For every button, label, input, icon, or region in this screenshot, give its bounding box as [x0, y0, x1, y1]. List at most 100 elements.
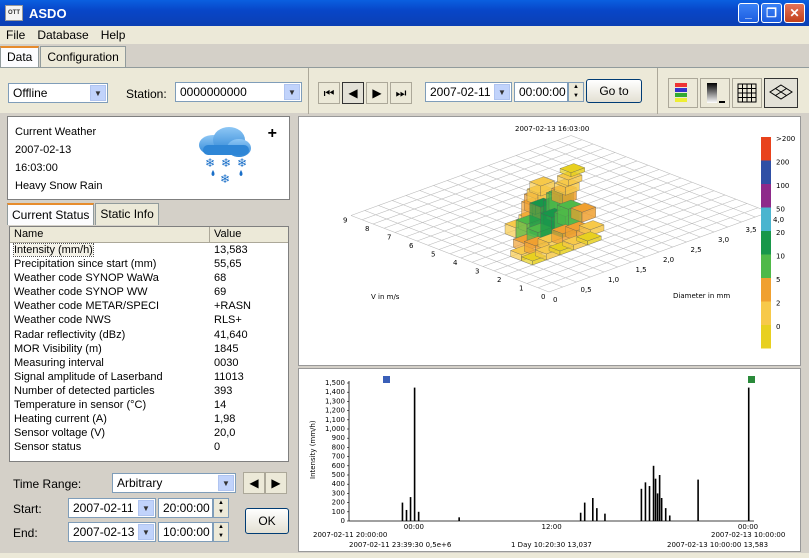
time-spinner-icon[interactable]: ▲ ▼	[568, 82, 584, 102]
row-value: 0	[214, 441, 221, 454]
menu-database[interactable]: Database	[31, 28, 94, 42]
chevron-down-icon[interactable]: ▼	[284, 84, 300, 100]
menu-file[interactable]: File	[0, 28, 31, 42]
cursor-mid-readout: 1 Day 10:20:30 13,037	[511, 541, 592, 549]
step-forward-icon[interactable]: ▶	[366, 82, 388, 104]
table-row[interactable]: Temperature in sensor (°C) 14	[10, 398, 288, 412]
d-tick-label: 3,5	[746, 226, 757, 234]
intensity-bar	[654, 478, 657, 521]
y-tick-label: 700	[332, 453, 345, 461]
chevron-down-icon[interactable]: ▼	[218, 475, 234, 491]
end-time-value: 10:00:00	[163, 525, 210, 539]
minimize-button[interactable]: _	[738, 3, 759, 23]
tab-data[interactable]: Data	[0, 46, 40, 68]
table-row[interactable]: Measuring interval 0030	[10, 356, 288, 370]
start-time-input[interactable]: 20:00:00	[158, 498, 213, 518]
table-row[interactable]: Sensor status 0	[10, 440, 288, 454]
end-date-select[interactable]: 2007-02-13 ▼	[68, 522, 156, 542]
intensity-bar	[656, 493, 659, 521]
weather-title: Current Weather	[15, 126, 97, 138]
row-name-text: Intensity (mm/h)	[13, 243, 94, 257]
table-row[interactable]: MOR Visibility (m) 1845	[10, 342, 288, 356]
table-row[interactable]: Sensor voltage (V) 20,0	[10, 426, 288, 440]
row-name: Heating current (A)	[10, 412, 210, 426]
marker-end-icon[interactable]	[748, 376, 755, 383]
v-tick-label: 3	[475, 268, 479, 276]
table-row[interactable]: Weather code SYNOP WaWa 68	[10, 271, 288, 285]
end-time-spinner-icon[interactable]: ▲ ▼	[213, 522, 229, 542]
menu-help[interactable]: Help	[95, 28, 132, 42]
column-header-name[interactable]: Name	[10, 227, 210, 242]
tab-static-info[interactable]: Static Info	[95, 203, 159, 225]
table-row[interactable]: Weather code METAR/SPECI +RASN	[10, 299, 288, 313]
grayscale-icon[interactable]	[700, 78, 730, 108]
intensity-bar	[596, 508, 598, 521]
intensity-bar	[579, 512, 582, 521]
mode-select[interactable]: Offline ▼	[8, 83, 108, 103]
row-name: Weather code METAR/SPECI	[10, 299, 210, 313]
row-value: 11013	[214, 370, 244, 383]
last-record-icon[interactable]: ⏭	[390, 82, 412, 104]
chevron-down-icon[interactable]: ▼	[494, 84, 510, 100]
d-tick-label: 2,5	[691, 246, 702, 254]
color-palette-icon[interactable]	[668, 78, 698, 108]
end-date-value: 2007-02-13	[73, 525, 135, 539]
time-range-select[interactable]: Arbitrary ▼	[112, 473, 236, 493]
v-tick-label: 7	[387, 234, 391, 242]
grid-line	[570, 135, 770, 213]
start-date-select[interactable]: 2007-02-11 ▼	[68, 498, 156, 518]
intensity-bar	[409, 497, 412, 521]
row-name-text: Precipitation since start (mm)	[14, 258, 157, 271]
v-axis-label: V in m/s	[371, 293, 400, 301]
range-back-icon[interactable]: ◀	[243, 472, 265, 494]
drop-size-velocity-3d-chart: 2007-02-13 16:03:00 9876543210 0 0,5 1,0 1,…	[298, 116, 801, 366]
step-back-icon[interactable]: ◀	[342, 82, 364, 104]
add-icon[interactable]: +	[268, 125, 277, 143]
first-record-icon[interactable]: ⏮	[318, 82, 340, 104]
goto-button[interactable]: Go to	[586, 79, 642, 103]
maximize-button[interactable]: ❐	[761, 3, 782, 23]
intensity-bar	[583, 502, 586, 521]
svg-text:❄: ❄	[205, 156, 215, 170]
row-name: Temperature in sensor (°C)	[10, 398, 210, 412]
table-row[interactable]: Weather code SYNOP WW 69	[10, 285, 288, 299]
table-row[interactable]: Heating current (A) 1,98	[10, 412, 288, 426]
range-forward-icon[interactable]: ▶	[265, 472, 287, 494]
tab-current-status[interactable]: Current Status	[7, 203, 95, 225]
table-row[interactable]: Number of detected particles 393	[10, 384, 288, 398]
v-tick-label: 5	[431, 251, 435, 259]
end-time-input[interactable]: 10:00:00	[158, 522, 213, 542]
current-weather-panel: Current Weather 2007-02-13 16:03:00 Heav…	[7, 116, 290, 200]
d-tick-label: 0	[553, 296, 557, 304]
y-tick-label: 100	[332, 508, 345, 516]
close-button[interactable]: ✕	[784, 3, 805, 23]
table-row[interactable]: Signal amplitude of Laserband 11013	[10, 370, 288, 384]
row-name: Weather code SYNOP WW	[10, 285, 210, 299]
v-tick-label: 1	[519, 285, 523, 293]
x-axis-ticks: 00:00 12:00 00:00	[404, 523, 758, 531]
chevron-down-icon[interactable]: ▼	[90, 85, 106, 101]
start-time-spinner-icon[interactable]: ▲ ▼	[213, 498, 229, 518]
3d-view-icon[interactable]	[764, 78, 798, 108]
grid-icon[interactable]	[732, 78, 762, 108]
ok-button[interactable]: OK	[245, 508, 289, 534]
row-name-text: Heating current (A)	[14, 413, 107, 426]
chevron-down-icon[interactable]: ▼	[138, 524, 154, 540]
v-tick-label: 0	[541, 293, 545, 301]
column-header-value[interactable]: Value	[210, 227, 288, 242]
legend-label: 5	[776, 276, 780, 284]
row-name: MOR Visibility (m)	[10, 342, 210, 356]
y-axis-ticks: 1,5001,4001,300 1,2001,1001,000900800 7006…	[325, 379, 349, 525]
start-date-value: 2007-02-11	[73, 501, 134, 515]
table-row[interactable]: Intensity (mm/h) 13,583	[10, 243, 288, 257]
station-select[interactable]: 0000000000 ▼	[175, 82, 302, 102]
table-row[interactable]: Precipitation since start (mm) 55,65	[10, 257, 288, 271]
marker-start-icon[interactable]	[383, 376, 390, 383]
row-name-text: Weather code SYNOP WW	[14, 286, 148, 299]
chevron-down-icon[interactable]: ▼	[138, 500, 154, 516]
table-row[interactable]: Weather code NWS RLS+	[10, 313, 288, 327]
goto-date-select[interactable]: 2007-02-11 ▼	[425, 82, 512, 102]
table-row[interactable]: Radar reflectivity (dBz) 41,640	[10, 328, 288, 342]
tab-configuration[interactable]: Configuration	[40, 46, 126, 68]
goto-time-input[interactable]: 00:00:00	[514, 82, 568, 102]
